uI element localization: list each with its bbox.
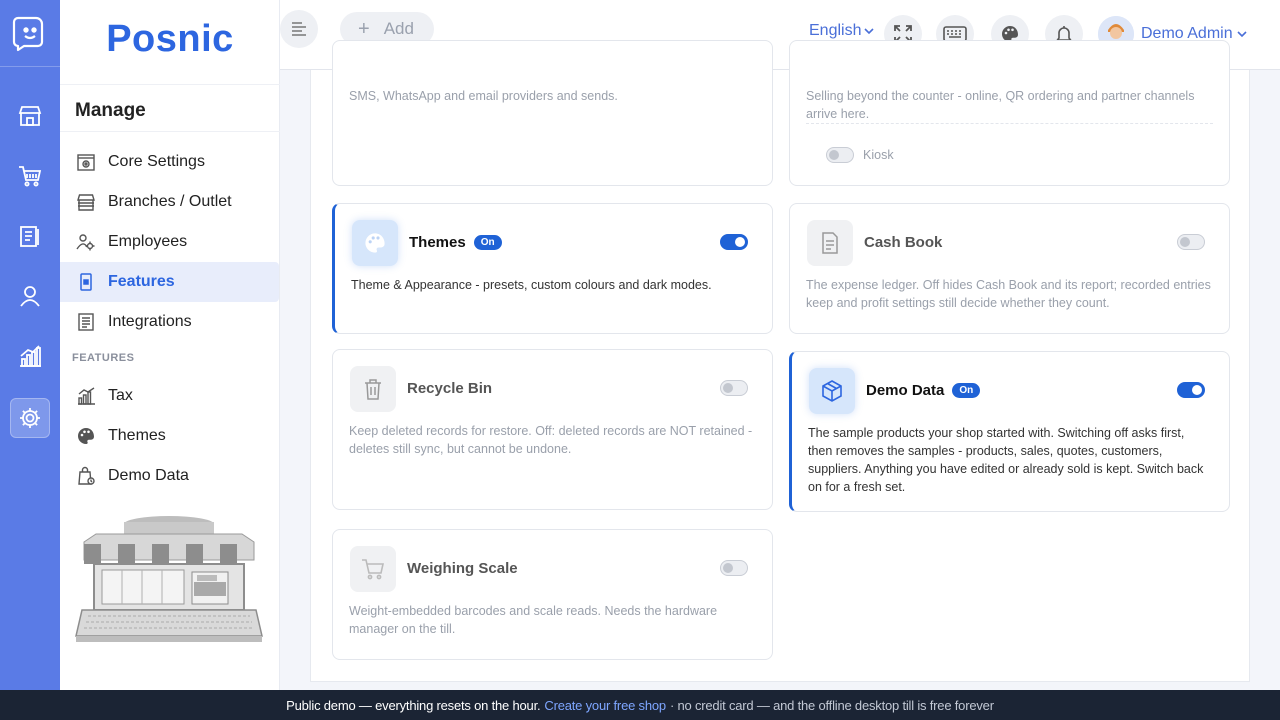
cart-icon <box>350 546 396 592</box>
menu-divider <box>60 131 280 132</box>
menu-item-label: Integrations <box>108 313 192 330</box>
menu-item-core-settings[interactable]: Core Settings <box>60 142 279 182</box>
feature-title: Demo Data On <box>866 382 981 399</box>
menu-item-integrations[interactable]: Integrations <box>60 302 279 342</box>
rail-cart-icon[interactable] <box>10 156 50 196</box>
menu-item-features[interactable]: Features <box>60 262 279 302</box>
icon-rail <box>0 0 60 690</box>
menu-title: Manage <box>75 100 146 121</box>
feature-title-text: Themes <box>409 234 466 251</box>
settings-doc-icon <box>75 151 97 173</box>
menu-lines-icon <box>292 22 306 36</box>
rail-settings-gear-icon[interactable] <box>10 398 50 438</box>
feature-description: Weight-embedded barcodes and scale reads… <box>349 604 718 636</box>
rail-user-icon[interactable] <box>10 276 50 316</box>
menu-item-label: Employees <box>108 233 188 250</box>
document-icon <box>807 220 853 266</box>
feature-description: SMS, WhatsApp and email providers and se… <box>349 89 618 103</box>
feature-description: Keep deleted records for restore. Off: d… <box>349 424 753 456</box>
store-icon <box>75 191 97 213</box>
list-icon <box>75 311 97 333</box>
rail-divider <box>0 66 60 67</box>
menu-item-branches[interactable]: Branches / Outlet <box>60 182 279 222</box>
settings-menu: Posnic Manage Core Settings Branches / O… <box>60 0 280 690</box>
feature-description: The expense ledger. Off hides Cash Book … <box>806 278 1211 310</box>
cash-book-toggle[interactable] <box>1177 234 1205 250</box>
chevron-down-icon <box>1237 31 1247 38</box>
palette-icon <box>75 425 97 447</box>
menu-item-label: Demo Data <box>108 467 189 484</box>
bag-icon <box>75 465 97 487</box>
demo-data-toggle[interactable] <box>1177 382 1205 398</box>
kiosk-label: Kiosk <box>863 148 894 162</box>
status-badge: On <box>473 235 502 250</box>
menu-item-label: Core Settings <box>108 153 205 170</box>
feature-title: Themes On <box>409 234 502 251</box>
palette-icon <box>352 220 398 266</box>
menu-item-themes[interactable]: Themes <box>60 416 279 456</box>
trash-icon <box>350 366 396 412</box>
feature-title-text: Demo Data <box>866 382 945 399</box>
sidebar-toggle-button[interactable] <box>280 10 318 48</box>
rail-clipboard-icon[interactable] <box>10 216 50 256</box>
kiosk-toggle[interactable] <box>826 147 854 163</box>
menu-item-employees[interactable]: Employees <box>60 222 279 262</box>
features-section-label: FEATURES <box>72 352 135 364</box>
language-label: English <box>809 22 862 39</box>
weighing-scale-toggle[interactable] <box>720 560 748 576</box>
feature-description: Theme & Appearance - presets, custom col… <box>351 278 712 292</box>
create-shop-link[interactable]: Create your free shop <box>544 698 666 713</box>
footer-text: Public demo — everything resets on the h… <box>286 697 541 713</box>
language-selector[interactable]: English <box>809 22 875 40</box>
feature-title: Recycle Bin <box>407 380 493 397</box>
feature-card-channels: Selling beyond the counter - online, QR … <box>789 40 1230 186</box>
menu-item-demo-data[interactable]: Demo Data <box>60 456 279 496</box>
menu-item-label: Features <box>108 273 175 290</box>
feature-card-themes: Themes On Theme & Appearance - presets, … <box>332 203 773 334</box>
menu-item-label: Branches / Outlet <box>108 193 232 210</box>
menu-item-label: Themes <box>108 427 166 444</box>
plus-icon: + <box>358 18 370 40</box>
feature-card-messaging: SMS, WhatsApp and email providers and se… <box>332 40 773 186</box>
feature-description: Selling beyond the counter - online, QR … <box>806 89 1195 121</box>
rail-store-icon[interactable] <box>10 96 50 136</box>
users-gear-icon <box>75 231 97 253</box>
brand-logo-text[interactable]: Posnic <box>60 18 280 61</box>
app-logo-icon[interactable] <box>10 12 50 52</box>
menu-item-tax[interactable]: Tax <box>60 376 279 416</box>
footer-rest-text: · no credit card — and the offline deskt… <box>669 697 994 713</box>
feature-card-recycle-bin: Recycle Bin Keep deleted records for res… <box>332 349 773 510</box>
box-icon <box>809 368 855 414</box>
features-content: SMS, WhatsApp and email providers and se… <box>310 40 1250 682</box>
chart-icon <box>75 385 97 407</box>
status-badge: On <box>952 383 981 398</box>
demo-footer-banner: Public demo — everything resets on the h… <box>0 690 1280 720</box>
feature-title: Weighing Scale <box>407 560 518 577</box>
feature-card-weighing-scale: Weighing Scale Weight-embedded barcodes … <box>332 529 773 660</box>
shop-illustration <box>74 512 264 644</box>
menu-divider <box>60 84 280 85</box>
recycle-bin-toggle[interactable] <box>720 380 748 396</box>
feature-card-demo-data: Demo Data On The sample products your sh… <box>789 351 1230 512</box>
device-icon <box>75 271 97 293</box>
rail-chart-icon[interactable] <box>10 336 50 376</box>
kiosk-toggle-row[interactable]: Kiosk <box>826 147 894 163</box>
add-button-label: Add <box>383 19 414 38</box>
feature-card-cash-book: Cash Book The expense ledger. Off hides … <box>789 203 1230 334</box>
card-divider <box>806 123 1213 124</box>
menu-item-label: Tax <box>108 387 133 404</box>
feature-title: Cash Book <box>864 234 943 251</box>
themes-toggle[interactable] <box>720 234 748 250</box>
chevron-down-icon <box>864 28 875 35</box>
feature-description: The sample products your shop started wi… <box>808 426 1204 494</box>
